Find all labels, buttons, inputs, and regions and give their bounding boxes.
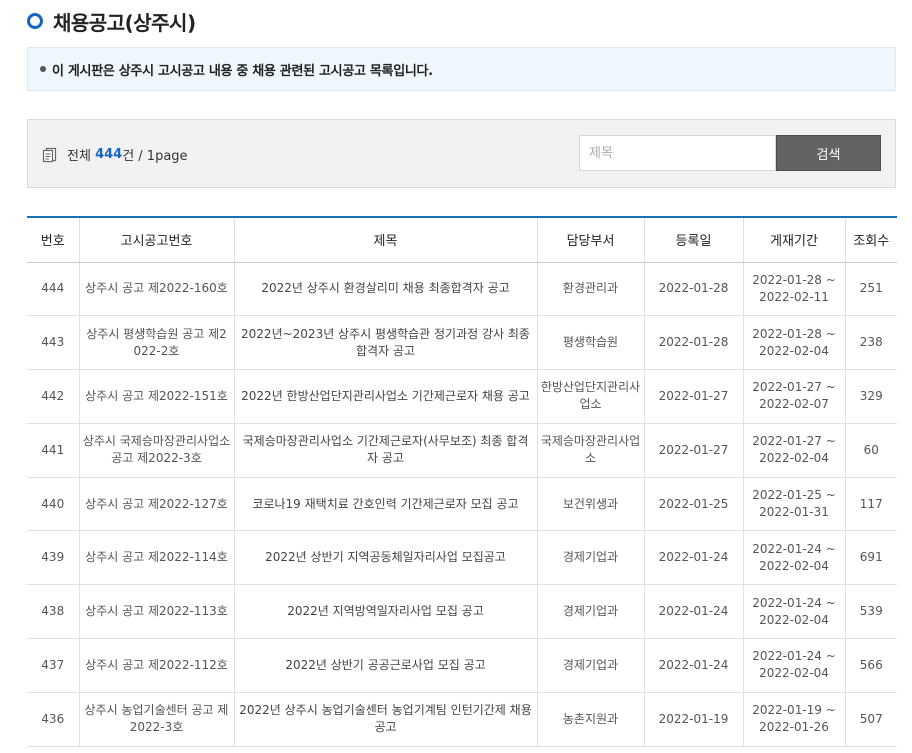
header-views: 조회수 <box>845 216 897 263</box>
total-count-suffix: 건 / 1page <box>122 149 188 164</box>
bullet-icon <box>40 66 46 72</box>
cell-views: 60 <box>845 423 897 478</box>
cell-notice-number: 상주시 평생학습원 공고 제2022-2호 <box>79 315 235 371</box>
cell-department: 농촌지원과 <box>537 692 645 747</box>
cell-period: 2022-01-27 ~ 2022-02-07 <box>743 369 846 424</box>
cell-views: 539 <box>845 584 897 640</box>
cell-department: 경제기업과 <box>537 584 645 640</box>
table-row[interactable]: 437 상주시 공고 제2022-112호 2022년 상반기 공공근로사업 모… <box>27 638 897 693</box>
cell-title-link[interactable]: 2022년 상주시 환경살리미 채용 최종합격자 공고 <box>234 262 538 317</box>
cell-date: 2022-01-27 <box>644 369 744 424</box>
cell-period: 2022-01-25 ~ 2022-01-31 <box>743 477 846 532</box>
table-header-row: 번호 고시공고번호 제목 담당부서 등록일 게재기간 조회수 <box>27 216 897 263</box>
cell-views: 251 <box>845 262 897 317</box>
search-input[interactable] <box>579 135 776 171</box>
cell-department: 보건위생과 <box>537 477 645 532</box>
table-row[interactable]: 436 상주시 농업기술센터 공고 제2022-3호 2022년 상주시 농업기… <box>27 692 897 747</box>
total-count-number: 444 <box>95 147 123 162</box>
cell-date: 2022-01-25 <box>644 477 744 532</box>
cell-notice-number: 상주시 공고 제2022-113호 <box>79 584 235 640</box>
header-number: 번호 <box>27 216 80 263</box>
cell-department: 환경관리과 <box>537 262 645 317</box>
cell-title-link[interactable]: 2022년~2023년 상주시 평생학습관 정기과정 강사 최종 합격자 공고 <box>234 315 538 371</box>
cell-date: 2022-01-24 <box>644 638 744 693</box>
cell-notice-number: 상주시 국제승마장관리사업소 공고 제2022-3호 <box>79 423 235 478</box>
page-title-text: 채용공고(상주시) <box>53 10 196 35</box>
cell-period: 2022-01-24 ~ 2022-02-04 <box>743 530 846 586</box>
total-count: 전체 444 건 / 1page <box>42 145 188 164</box>
header-date: 등록일 <box>644 216 744 263</box>
header-period: 게재기간 <box>743 216 846 263</box>
cell-notice-number: 상주시 공고 제2022-160호 <box>79 262 235 317</box>
circle-bullet-icon <box>27 13 43 29</box>
cell-notice-number: 상주시 공고 제2022-151호 <box>79 369 235 424</box>
table-row[interactable]: 442 상주시 공고 제2022-151호 2022년 한방산업단지관리사업소 … <box>27 369 897 424</box>
cell-number: 441 <box>27 423 80 478</box>
search-bar: 전체 444건 / 1page 검색 <box>27 119 896 188</box>
notice-table: 번호 고시공고번호 제목 담당부서 등록일 게재기간 조회수 444 상주시 공… <box>27 216 897 747</box>
cell-date: 2022-01-28 <box>644 315 744 371</box>
cell-number: 442 <box>27 369 80 424</box>
table-row[interactable]: 443 상주시 평생학습원 공고 제2022-2호 2022년~2023년 상주… <box>27 315 897 371</box>
cell-date: 2022-01-27 <box>644 423 744 478</box>
table-row[interactable]: 444 상주시 공고 제2022-160호 2022년 상주시 환경살리미 채용… <box>27 262 897 317</box>
cell-date: 2022-01-28 <box>644 262 744 317</box>
cell-number: 438 <box>27 584 80 640</box>
page-title: 채용공고(상주시) <box>27 4 196 38</box>
cell-views: 117 <box>845 477 897 532</box>
notice-text: 이 게시판은 상주시 고시공고 내용 중 채용 관련된 고시공고 목록입니다. <box>52 63 433 79</box>
cell-date: 2022-01-24 <box>644 530 744 586</box>
cell-number: 439 <box>27 530 80 586</box>
cell-views: 566 <box>845 638 897 693</box>
search-button[interactable]: 검색 <box>776 135 881 171</box>
cell-date: 2022-01-24 <box>644 584 744 640</box>
cell-title-link[interactable]: 2022년 한방산업단지관리사업소 기간제근로자 채용 공고 <box>234 369 538 424</box>
cell-number: 440 <box>27 477 80 532</box>
cell-views: 238 <box>845 315 897 371</box>
cell-title-link[interactable]: 2022년 지역방역일자리사업 모집 공고 <box>234 584 538 640</box>
notice-box: 이 게시판은 상주시 고시공고 내용 중 채용 관련된 고시공고 목록입니다. <box>27 47 896 91</box>
cell-department: 국제승마장관리사업소 <box>537 423 645 478</box>
cell-title-link[interactable]: 코로나19 재택치료 간호인력 기간제근로자 모집 공고 <box>234 477 538 532</box>
cell-period: 2022-01-28 ~ 2022-02-11 <box>743 262 846 317</box>
cell-views: 507 <box>845 692 897 747</box>
cell-title-link[interactable]: 2022년 상반기 공공근로사업 모집 공고 <box>234 638 538 693</box>
table-row[interactable]: 439 상주시 공고 제2022-114호 2022년 상반기 지역공동체일자리… <box>27 530 897 586</box>
cell-number: 436 <box>27 692 80 747</box>
table-row[interactable]: 438 상주시 공고 제2022-113호 2022년 지역방역일자리사업 모집… <box>27 584 897 640</box>
cell-notice-number: 상주시 공고 제2022-114호 <box>79 530 235 586</box>
cell-title-link[interactable]: 2022년 상주시 농업기술센터 농업기계팀 인턴기간제 채용공고 <box>234 692 538 747</box>
cell-views: 329 <box>845 369 897 424</box>
cell-date: 2022-01-19 <box>644 692 744 747</box>
total-count-prefix: 전체 <box>67 149 91 164</box>
cell-period: 2022-01-28 ~ 2022-02-04 <box>743 315 846 371</box>
cell-department: 경제기업과 <box>537 638 645 693</box>
header-title: 제목 <box>234 216 538 263</box>
table-row[interactable]: 440 상주시 공고 제2022-127호 코로나19 재택치료 간호인력 기간… <box>27 477 897 532</box>
table-row[interactable]: 441 상주시 국제승마장관리사업소 공고 제2022-3호 국제승마장관리사업… <box>27 423 897 478</box>
header-department: 담당부서 <box>537 216 645 263</box>
cell-department: 한방산업단지관리사업소 <box>537 369 645 424</box>
cell-title-link[interactable]: 국제승마장관리사업소 기간제근로자(사무보조) 최종 합격자 공고 <box>234 423 538 478</box>
cell-period: 2022-01-24 ~ 2022-02-04 <box>743 638 846 693</box>
cell-notice-number: 상주시 공고 제2022-127호 <box>79 477 235 532</box>
header-notice-number: 고시공고번호 <box>79 216 235 263</box>
cell-period: 2022-01-24 ~ 2022-02-04 <box>743 584 846 640</box>
cell-title-link[interactable]: 2022년 상반기 지역공동체일자리사업 모집공고 <box>234 530 538 586</box>
cell-number: 444 <box>27 262 80 317</box>
cell-period: 2022-01-19 ~ 2022-01-26 <box>743 692 846 747</box>
cell-period: 2022-01-27 ~ 2022-02-04 <box>743 423 846 478</box>
cell-views: 691 <box>845 530 897 586</box>
cell-department: 경제기업과 <box>537 530 645 586</box>
cell-department: 평생학습원 <box>537 315 645 371</box>
cell-notice-number: 상주시 농업기술센터 공고 제2022-3호 <box>79 692 235 747</box>
document-icon <box>42 147 57 162</box>
cell-number: 443 <box>27 315 80 371</box>
cell-notice-number: 상주시 공고 제2022-112호 <box>79 638 235 693</box>
cell-number: 437 <box>27 638 80 693</box>
